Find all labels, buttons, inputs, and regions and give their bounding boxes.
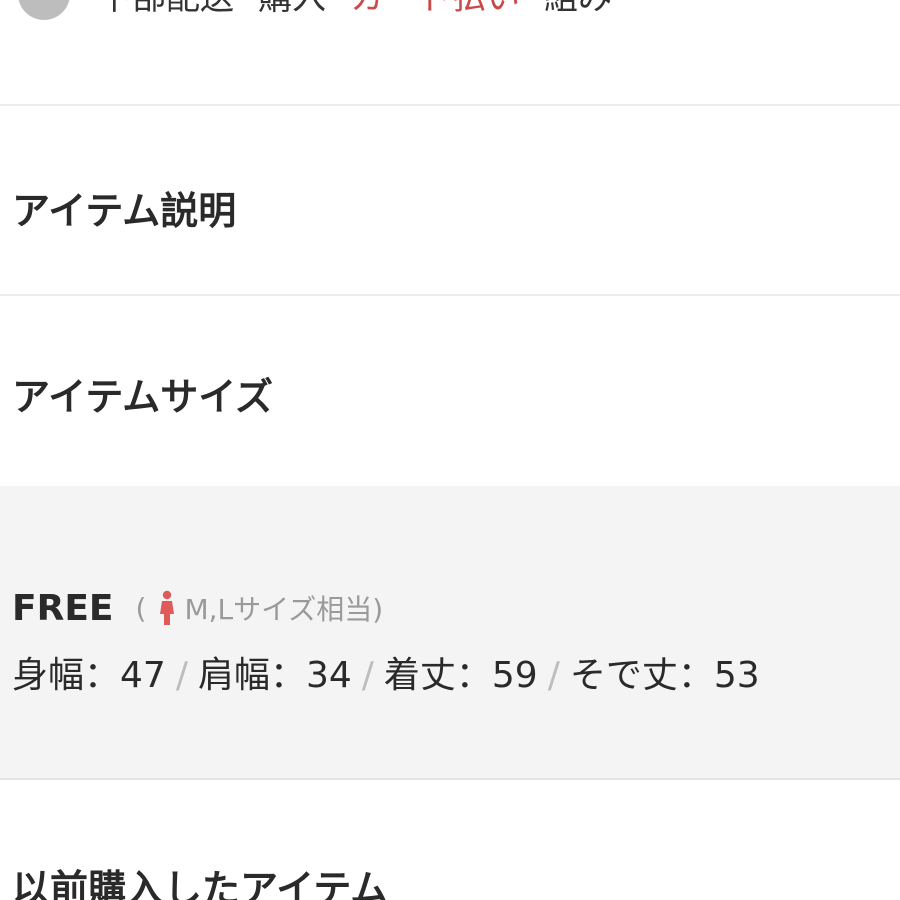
measurement-separator: / bbox=[547, 655, 560, 696]
item-size-title: アイテムサイズ bbox=[12, 375, 274, 419]
item-detail-page: 下部配送 購入 カード払い 組み アイテム説明 アイテムサイズ FREE ( M,Lサ… bbox=[0, 0, 900, 900]
measurement-row: 身幅：47/肩幅：34/着丈：59/そで丈：53 bbox=[12, 654, 760, 698]
item-size-section[interactable]: アイテムサイズ bbox=[0, 296, 900, 486]
top-partial-text: 下部配送 購入 カード払い 組み bbox=[98, 0, 612, 18]
size-label-row: FREE ( M,Lサイズ相当) bbox=[12, 586, 383, 630]
avatar bbox=[18, 0, 70, 20]
previously-purchased-section[interactable]: 以前購入したアイテム bbox=[0, 780, 900, 900]
item-description-section[interactable]: アイテム説明 bbox=[0, 106, 900, 296]
top-partial-red: カード払い bbox=[350, 0, 520, 18]
top-partial-mid: 購入 bbox=[258, 0, 326, 18]
measurement-separator: / bbox=[175, 655, 188, 696]
top-partial-row: 下部配送 購入 カード払い 組み bbox=[0, 0, 900, 106]
size-note-open: ( bbox=[135, 591, 147, 625]
measurement-separator: / bbox=[361, 655, 374, 696]
size-name: FREE bbox=[12, 587, 114, 629]
size-note-text: M,Lサイズ相当) bbox=[184, 593, 384, 626]
measurement-length: 着丈：59 bbox=[383, 655, 538, 696]
measurement-shoulder-width: 肩幅：34 bbox=[197, 655, 352, 696]
woman-icon bbox=[160, 590, 175, 625]
measurement-body-width: 身幅：47 bbox=[12, 655, 166, 696]
top-partial-right: 組み bbox=[544, 0, 612, 18]
size-note: ( M,Lサイズ相当) bbox=[135, 588, 384, 628]
previously-purchased-title: 以前購入したアイテム bbox=[12, 867, 389, 900]
size-table-panel: FREE ( M,Lサイズ相当) 身幅：47/肩幅：34/着丈：59/そで丈：5… bbox=[0, 486, 900, 780]
top-partial-left: 下部配送 bbox=[98, 0, 234, 18]
item-description-title: アイテム説明 bbox=[12, 189, 237, 233]
measurement-sleeve-length: そで丈：53 bbox=[569, 655, 760, 696]
